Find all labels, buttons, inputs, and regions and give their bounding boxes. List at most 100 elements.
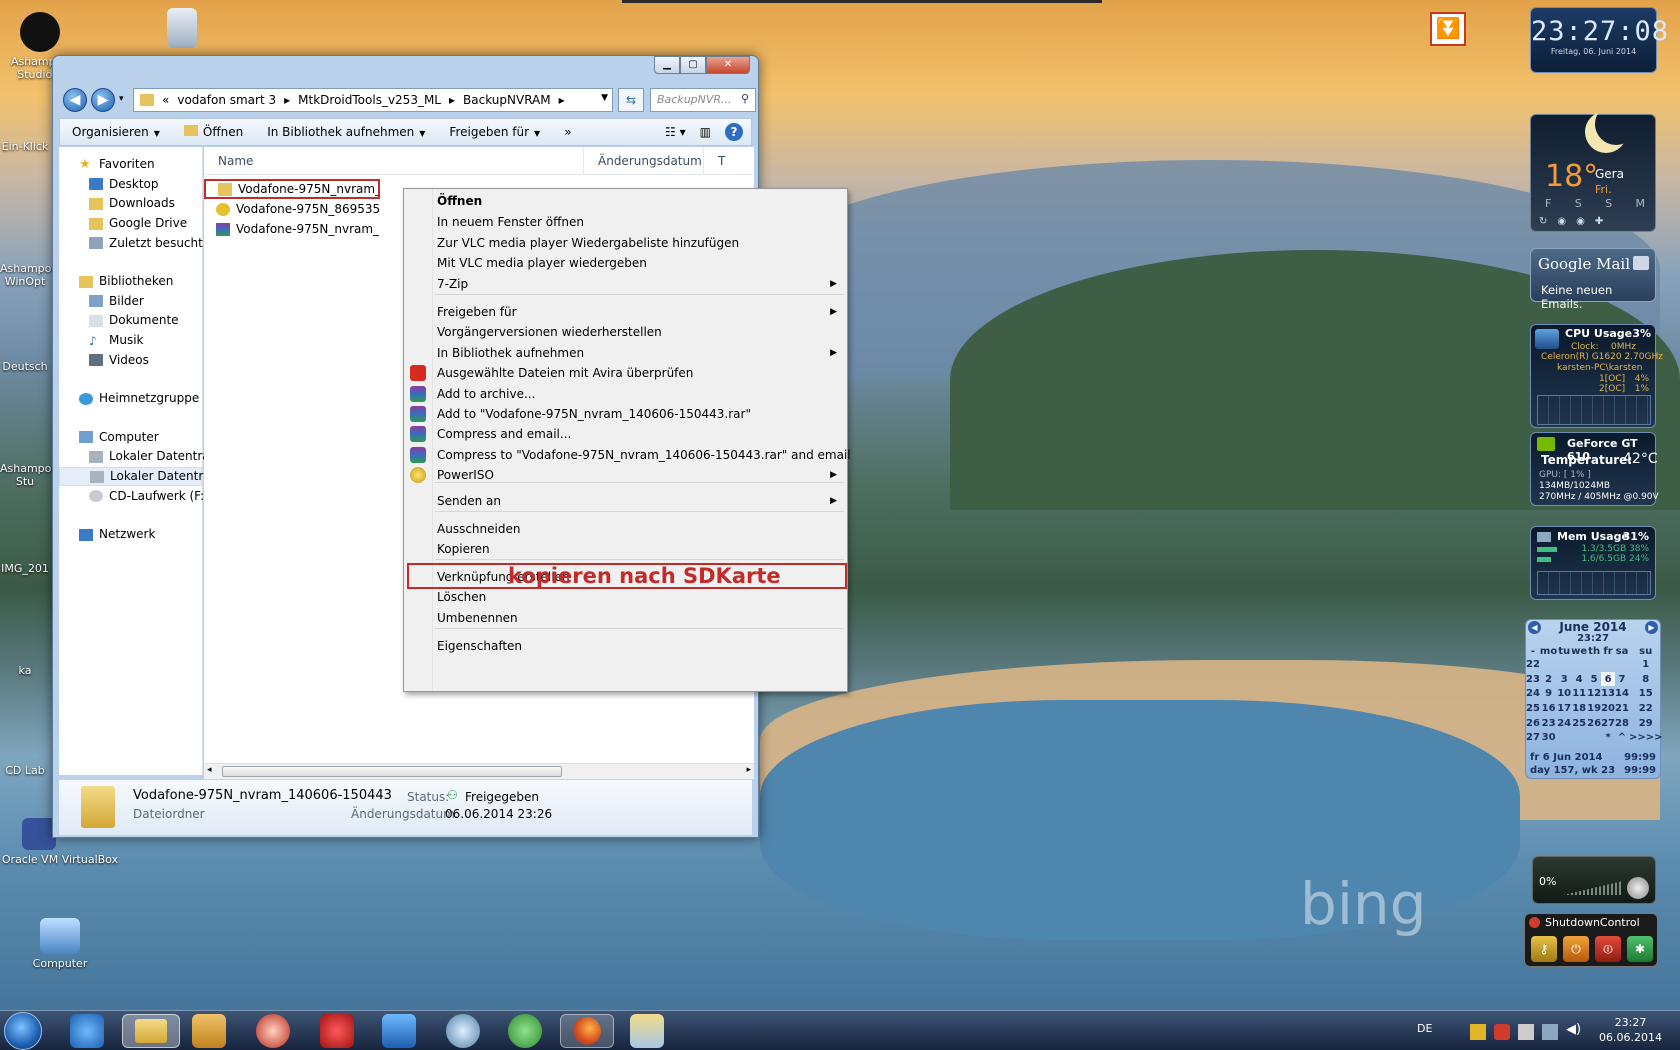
weather-controls-icon[interactable]: ↻◉◉✚ (1539, 216, 1613, 227)
address-dropdown-icon[interactable]: ▼ (601, 93, 608, 103)
nav-downloads[interactable]: Downloads (59, 194, 202, 214)
utorrent-icon[interactable] (508, 1014, 542, 1048)
menu-item-kopieren[interactable]: Kopieren (437, 539, 490, 559)
nav-homegroup[interactable]: Heimnetzgruppe (59, 389, 202, 409)
tray-volume-icon[interactable]: ◀) (1566, 1022, 1581, 1037)
column-date[interactable]: Änderungsdatum (584, 147, 704, 174)
file-row-folder[interactable]: Vodafone-975N_nvram_140 (204, 179, 380, 199)
shutdown-button[interactable]: ⏼ (1595, 936, 1621, 962)
nav-computer[interactable]: Computer (59, 428, 202, 448)
desktop-icon-computer[interactable]: Computer (20, 918, 100, 970)
calendar-day[interactable] (1557, 730, 1571, 745)
desktop-icon-deutsch[interactable]: Deutsch (0, 360, 50, 373)
calendar-day[interactable]: 9 (1540, 686, 1557, 701)
tray-flag-icon[interactable] (1518, 1024, 1534, 1040)
nav-local-disk-c[interactable]: Lokaler Datenträger (59, 447, 230, 467)
nav-google-drive[interactable]: Google Drive (59, 214, 202, 234)
desktop-icon-img[interactable]: IMG_201 (0, 562, 50, 575)
folder-network-icon[interactable] (630, 1014, 664, 1048)
menu-item-compress-and-email[interactable]: Compress and email... (437, 424, 571, 444)
nav-videos[interactable]: Videos (59, 350, 202, 370)
explorer-taskbar-button[interactable] (122, 1014, 180, 1048)
calendar-day[interactable]: 3 (1557, 672, 1571, 687)
forward-button[interactable]: ▶ (91, 88, 115, 112)
file-row-iso[interactable]: Vodafone-975N_8695350105 (204, 199, 379, 219)
weather-gadget[interactable]: 18° Gera Fri. FSSM ↻◉◉✚ (1530, 114, 1656, 232)
calendar-day[interactable]: 20 (1601, 701, 1615, 716)
volume-knob-icon[interactable] (1627, 877, 1649, 899)
calendar-day[interactable]: 26 (1587, 716, 1601, 731)
include-library-button[interactable]: In Bibliothek aufnehmen ▼ (255, 125, 437, 139)
download-arrow-icon[interactable]: ⏬ (1430, 12, 1466, 46)
clock-gadget[interactable]: 23:27:08 Freitag, 06. Juni 2014 (1530, 7, 1668, 73)
organize-button[interactable]: Organisieren ▼ (60, 125, 172, 139)
maximize-button[interactable]: ▢ (680, 56, 706, 74)
calendar-day[interactable]: 21 (1615, 701, 1629, 716)
firefox-taskbar-button[interactable] (560, 1014, 614, 1048)
calendar-day[interactable] (1587, 657, 1601, 672)
calendar-day[interactable] (1587, 730, 1601, 745)
breadcrumb-chevron-icon[interactable]: ▸ (284, 93, 290, 107)
desktop-icon-ein-klick[interactable]: Ein-Klick (0, 140, 50, 153)
calendar-day[interactable]: ^ (1615, 730, 1629, 745)
calendar-day[interactable]: 15 (1629, 686, 1663, 701)
menu-item-ausgew-hlte-dateien-mit-avira-berpr-fen[interactable]: Ausgewählte Dateien mit Avira überprüfen (437, 363, 693, 383)
cpu-gadget[interactable]: CPU Usage 3% Clock: 0MHz Celeron(R) G162… (1530, 324, 1663, 428)
menu-item-eigenschaften[interactable]: Eigenschaften (437, 636, 522, 656)
close-button[interactable]: ✕ (706, 56, 750, 74)
nav-recent-places[interactable]: Zuletzt besucht (59, 233, 203, 253)
media-player-icon[interactable] (192, 1014, 226, 1048)
breadcrumb-chevron-icon[interactable]: ▸ (559, 93, 565, 107)
refresh-button[interactable]: ⇆ (618, 88, 644, 112)
menu-item-in-neuem-fenster-ffnen[interactable]: In neuem Fenster öffnen (437, 212, 584, 232)
ashampoo-burning-icon[interactable] (256, 1014, 290, 1048)
calendar-day[interactable]: 19 (1587, 701, 1601, 716)
standby-button[interactable]: ⏻ (1563, 936, 1589, 962)
calendar-day[interactable] (1601, 657, 1615, 672)
address-bar[interactable]: « vodafon smart 3 ▸ MtkDroidTools_v253_ML… (133, 88, 613, 112)
menu-item-compress-to-vodafone-975n-nvram-140606-150443-rar-and-email[interactable]: Compress to "Vodafone-975N_nvram_140606-… (437, 445, 851, 465)
more-commands-button[interactable]: » (552, 125, 583, 139)
red-splash-app-icon[interactable] (320, 1014, 354, 1048)
breadcrumb-mtkdroidtools[interactable]: MtkDroidTools_v253_ML (298, 93, 441, 107)
logoff-key-button[interactable]: ⚷ (1531, 936, 1557, 962)
menu-item-l-schen[interactable]: Löschen (437, 587, 486, 607)
calendar-day[interactable]: 30 (1540, 730, 1557, 745)
calendar-day[interactable]: 27 (1601, 716, 1615, 731)
help-icon[interactable]: ? (725, 123, 743, 141)
mem-gadget[interactable]: Mem Usage 31% 1.3/3.5GB 38% 1.6/6.5GB 24… (1530, 526, 1656, 600)
desktop-icon-ashampoo-stu[interactable]: Ashampoo Stu (0, 462, 58, 488)
breadcrumb-overflow-icon[interactable]: « (162, 93, 169, 107)
calendar-day[interactable]: 4 (1571, 672, 1587, 687)
desktop-icon-recycle-bin[interactable] (142, 8, 222, 51)
horizontal-scrollbar[interactable]: ◂ ▸ (204, 763, 754, 779)
calendar-day[interactable]: 6 (1601, 671, 1616, 687)
scroll-right-icon[interactable]: ▸ (746, 765, 751, 775)
calendar-day[interactable]: 23 (1540, 716, 1557, 731)
nav-desktop[interactable]: Desktop (59, 175, 202, 195)
menu-item-ffnen[interactable]: Öffnen (437, 191, 482, 211)
calendar-day[interactable] (1571, 657, 1587, 672)
language-indicator[interactable]: DE (1417, 1022, 1432, 1035)
network-globe-icon[interactable] (446, 1014, 480, 1048)
desktop-icon-ka[interactable]: ka (0, 664, 50, 677)
back-button[interactable]: ◀ (63, 88, 87, 112)
menu-item-vorg-ngerversionen-wiederherstellen[interactable]: Vorgängerversionen wiederherstellen (437, 322, 662, 342)
menu-item-ausschneiden[interactable]: Ausschneiden (437, 519, 520, 539)
menu-item-add-to-archive[interactable]: Add to archive... (437, 384, 535, 404)
calendar-day[interactable]: 1 (1629, 657, 1663, 672)
calendar-gadget[interactable]: ◀ June 2014 ▶ 23:27 - mo tu we th fr sa su 22 1 23… (1525, 619, 1663, 779)
view-options-icon[interactable]: ☷ ▾ (665, 125, 686, 139)
open-button[interactable]: Öffnen (172, 125, 255, 139)
breadcrumb-vodafon-smart[interactable]: vodafon smart 3 (177, 93, 276, 107)
tray-warning-icon[interactable] (1470, 1024, 1486, 1040)
taskbar-clock[interactable]: 23:27 06.06.2014 (1599, 1015, 1662, 1045)
gpu-gadget[interactable]: GeForce GT 610 Temperature: 42°C GPU: [ … (1530, 432, 1659, 506)
scroll-left-icon[interactable]: ◂ (207, 765, 212, 775)
calendar-day[interactable] (1557, 657, 1571, 672)
calendar-day[interactable] (1571, 730, 1587, 745)
preview-pane-icon[interactable]: ▥ (700, 125, 711, 139)
desktop-icon-cd-lab[interactable]: CD Lab (0, 764, 50, 777)
start-button[interactable] (4, 1012, 42, 1050)
tray-avira-icon[interactable] (1494, 1024, 1510, 1040)
